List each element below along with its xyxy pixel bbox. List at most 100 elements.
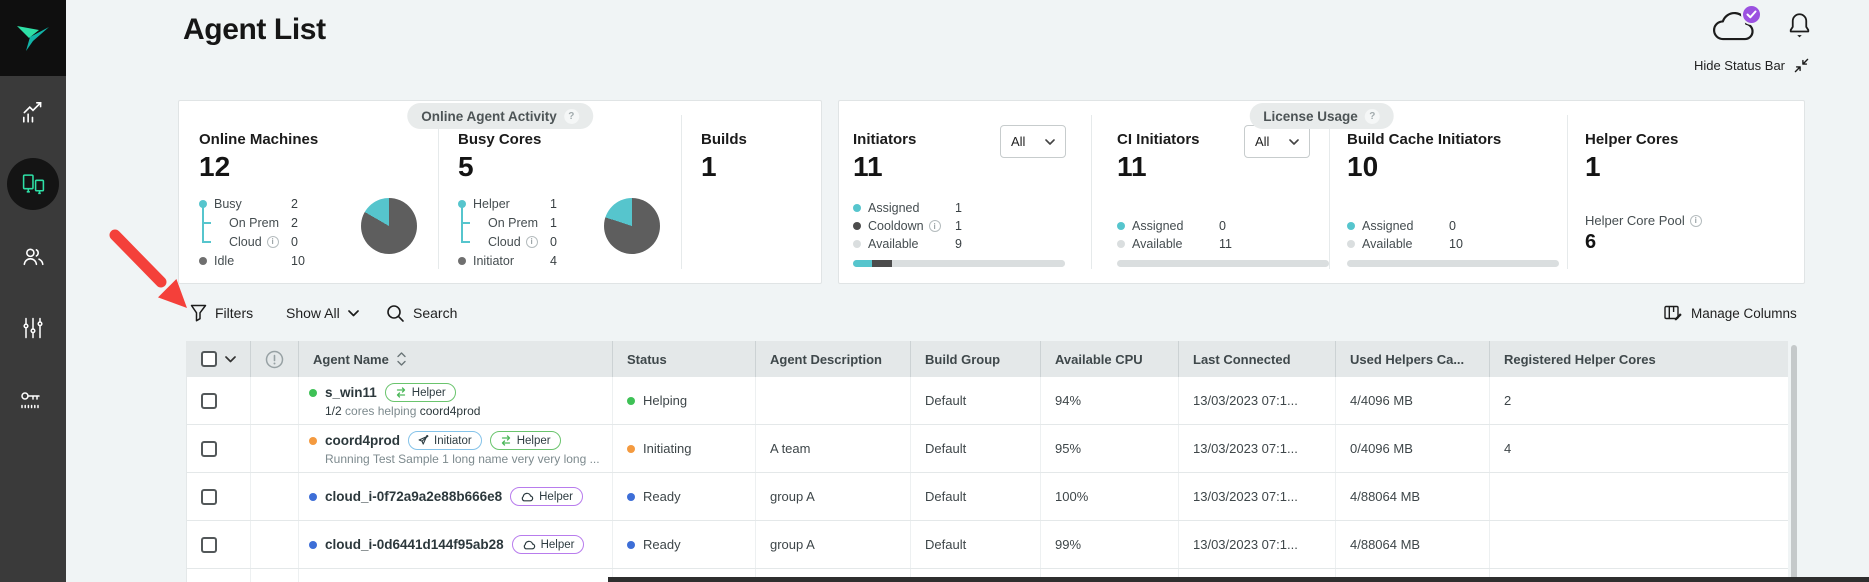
agent-status-dot — [309, 493, 317, 501]
vertical-scrollbar[interactable] — [1791, 345, 1797, 582]
row-checkbox[interactable] — [201, 441, 217, 457]
online-machines-stat: Online Machines12Busy2On Prem2Cloudi0Idl… — [199, 101, 431, 283]
license-usage-label: License Usage — [1263, 109, 1358, 124]
search-label: Search — [413, 305, 457, 321]
table-row[interactable]: cloud_i-0d6441d144f95ab28HelperReadygrou… — [187, 521, 1788, 569]
row-checkbox[interactable] — [201, 489, 217, 505]
users-icon — [20, 244, 47, 269]
swap-icon — [395, 387, 407, 398]
table-row[interactable]: coord4prodInitiatorHelperRunning Test Sa… — [187, 425, 1788, 473]
filters-button[interactable]: Filters — [190, 303, 253, 323]
cloud-icon — [522, 540, 536, 550]
column-header-available-cpu: Available CPU — [1041, 341, 1179, 377]
table-cell: Helping — [613, 377, 756, 424]
legend-item: Assigned0 — [1117, 217, 1277, 235]
bottom-dark-bar — [608, 577, 1869, 582]
analytics-icon — [19, 99, 47, 125]
table-cell: 4/88064 MB — [1336, 473, 1490, 520]
status-text: Ready — [643, 489, 681, 504]
legend-item: Assigned1 — [853, 199, 1013, 217]
table-cell — [1490, 473, 1788, 520]
stat-legend: Assigned0Available10 — [1347, 217, 1507, 253]
stat-value: 1 — [1585, 151, 1601, 183]
filter-funnel-icon — [190, 304, 207, 322]
table-cell: 0/4096 MB — [1336, 425, 1490, 472]
sidebar-item-users[interactable] — [0, 220, 66, 292]
helper-core-pool-label: Helper Core Pool i — [1585, 213, 1702, 228]
table-cell — [187, 425, 251, 472]
info-icon[interactable]: i — [1690, 215, 1702, 227]
legend-item: Idle10 — [199, 251, 339, 270]
help-icon[interactable]: ? — [1365, 109, 1380, 124]
stat-legend: Assigned1Cooldowni1Available9 — [853, 199, 1013, 253]
pie-chart — [604, 198, 660, 254]
alert-icon — [265, 350, 284, 369]
cloud-status-button[interactable] — [1712, 10, 1758, 46]
table-cell: 4 — [1490, 425, 1788, 472]
agent-status-dot — [309, 541, 317, 549]
manage-columns-button[interactable]: Manage Columns — [1664, 303, 1797, 323]
legend-item: Busy2 — [199, 194, 339, 213]
select-all-checkbox[interactable] — [201, 351, 217, 367]
table-cell — [187, 377, 251, 424]
table-row[interactable]: cloud_i-0f72a9a2e88b666e8HelperReadygrou… — [187, 473, 1788, 521]
hide-status-bar-button[interactable]: Hide Status Bar — [1659, 58, 1809, 73]
column-header-build-group: Build Group — [911, 341, 1041, 377]
info-icon[interactable]: i — [267, 236, 279, 248]
legend-item: Available10 — [1347, 235, 1507, 253]
bell-icon — [1786, 10, 1813, 41]
sidebar-item-license[interactable] — [0, 364, 66, 436]
table-cell: Initiating — [613, 425, 756, 472]
row-checkbox[interactable] — [201, 393, 217, 409]
legend-item: Helper1 — [458, 194, 598, 213]
legend-item: Cloudi0 — [199, 232, 339, 251]
helper-cores-stat: Helper Cores 1 Helper Core Pool i 6 — [1585, 101, 1790, 283]
legend-dot — [199, 257, 207, 265]
table-cell — [251, 521, 299, 568]
alert-column-header — [251, 341, 299, 377]
info-icon[interactable]: i — [929, 220, 941, 232]
table-cell — [251, 473, 299, 520]
table-row[interactable]: s_win11Helper1/2 cores helping coord4pro… — [187, 377, 1788, 425]
info-icon[interactable]: i — [526, 236, 538, 248]
table-cell: group A — [756, 521, 911, 568]
sidebar-item-agents[interactable] — [0, 148, 66, 220]
search-button[interactable]: Search — [386, 303, 457, 323]
scope-dropdown[interactable]: All — [1244, 125, 1310, 158]
status-dot — [627, 445, 635, 453]
table-cell — [187, 521, 251, 568]
column-header-status: Status — [613, 341, 756, 377]
table-cell: Ready — [613, 521, 756, 568]
column-header-registered-helper-cores: Registered Helper Cores — [1490, 341, 1788, 377]
table-cell: Default — [911, 521, 1041, 568]
table-cell: 95% — [1041, 425, 1179, 472]
chevron-down-icon — [1289, 139, 1299, 145]
table-cell: 99% — [1041, 521, 1179, 568]
chevron-down-icon — [1045, 139, 1055, 145]
help-icon[interactable]: ? — [564, 109, 579, 124]
chevron-down-icon — [348, 310, 359, 317]
helper-core-pool-value: 6 — [1585, 231, 1596, 254]
column-header-agent-name[interactable]: Agent Name — [299, 341, 613, 377]
legend-dot — [199, 200, 207, 208]
chevron-down-icon[interactable] — [225, 356, 236, 363]
stat-legend: Assigned0Available11 — [1117, 217, 1277, 253]
table-cell — [1490, 521, 1788, 568]
legend-dot — [1117, 222, 1125, 230]
status-text: Ready — [643, 537, 681, 552]
stat-title: Helper Cores — [1585, 131, 1678, 148]
sidebar-item-analytics[interactable] — [0, 76, 66, 148]
legend-dot — [458, 257, 466, 265]
legend-dot — [853, 222, 861, 230]
show-all-dropdown[interactable]: Show All — [286, 303, 359, 323]
notifications-button[interactable] — [1786, 10, 1813, 46]
table-cell: A team — [756, 425, 911, 472]
table-cell: Default — [911, 473, 1041, 520]
table-cell: group A — [756, 473, 911, 520]
cloud-icon — [520, 492, 534, 502]
sidebar-item-settings[interactable] — [0, 292, 66, 364]
initiator-badge: Initiator — [408, 431, 482, 450]
row-checkbox[interactable] — [201, 537, 217, 553]
scope-dropdown[interactable]: All — [1000, 125, 1066, 158]
cloud-helper-badge: Helper — [512, 535, 585, 554]
